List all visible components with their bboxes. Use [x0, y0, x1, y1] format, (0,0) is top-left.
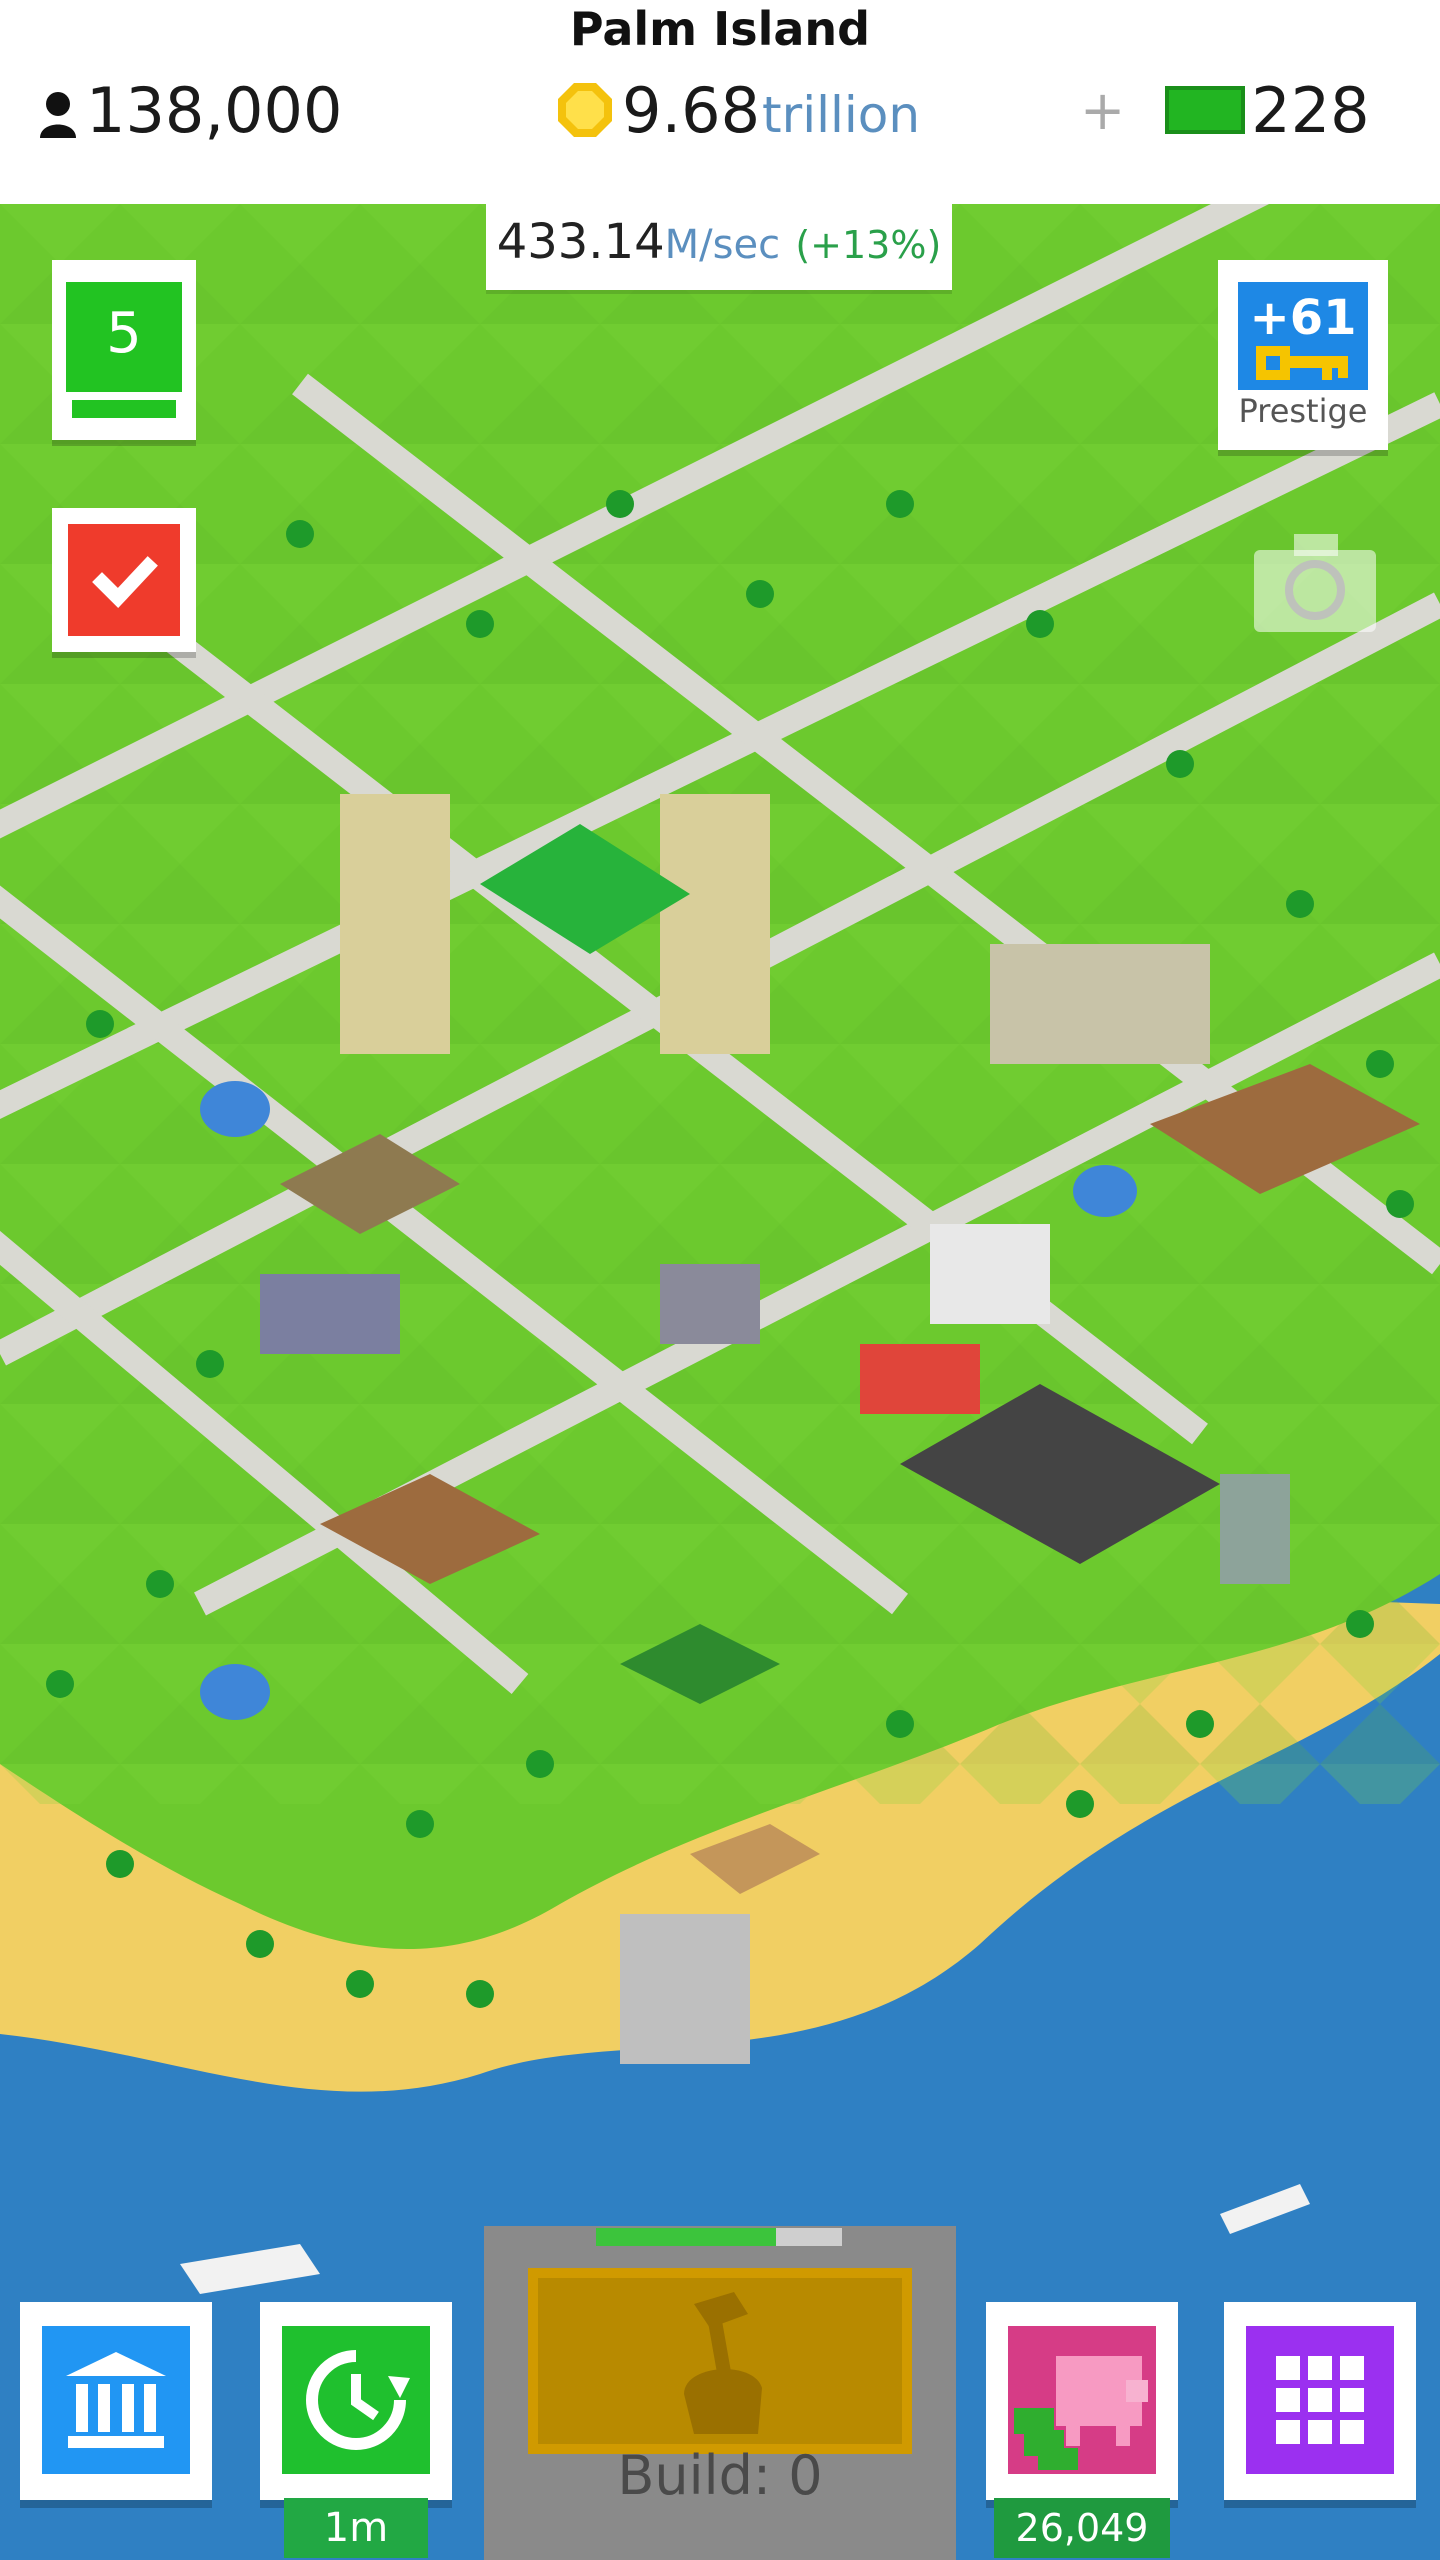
- build-button[interactable]: Build: 0: [484, 2226, 956, 2560]
- coins-counter: 9.68 trillion: [556, 70, 920, 150]
- key-icon: [1256, 346, 1348, 380]
- add-cash-button[interactable]: +: [1080, 79, 1125, 142]
- build-card: [528, 2268, 912, 2454]
- level-button[interactable]: 5: [52, 260, 196, 440]
- camera-icon: [1254, 534, 1376, 632]
- level-value: 5: [66, 282, 182, 392]
- time-boost-label: 1m: [284, 2498, 428, 2558]
- cash-icon: [1165, 86, 1246, 134]
- grid-icon: [1246, 2326, 1394, 2474]
- build-progress-fill: [596, 2228, 776, 2246]
- population-counter: 138,000: [36, 70, 342, 150]
- income-rate-tab[interactable]: 433.14M/sec (+13%): [486, 202, 952, 290]
- income-unit: M/sec: [664, 222, 781, 268]
- tasks-button[interactable]: [52, 508, 196, 652]
- island-title: Palm Island: [569, 2, 871, 56]
- top-status-bar: Palm Island 138,000 9.68 trillion + 228: [0, 0, 1440, 204]
- level-progress-bar: [72, 400, 176, 418]
- piggy-bank-value: 26,049: [994, 2498, 1170, 2558]
- island-map[interactable]: [0, 204, 1440, 2560]
- bank-button[interactable]: [20, 2302, 212, 2500]
- prestige-label: Prestige: [1238, 392, 1368, 430]
- menu-grid-button[interactable]: [1224, 2302, 1416, 2500]
- prestige-value: +61: [1249, 290, 1357, 346]
- time-boost-button[interactable]: 1m: [260, 2302, 452, 2558]
- population-value: 138,000: [86, 73, 343, 147]
- coins-unit: trillion: [762, 86, 921, 144]
- check-icon: [68, 524, 180, 636]
- prestige-button[interactable]: +61 Prestige: [1218, 260, 1388, 450]
- hammer-icon: [684, 2292, 762, 2434]
- income-bonus: (+13%): [795, 223, 942, 267]
- bank-icon: [42, 2326, 190, 2474]
- cash-counter[interactable]: + 228: [1080, 70, 1370, 150]
- coins-value: 9.68: [622, 73, 761, 147]
- piggy-bank-button[interactable]: 26,049: [986, 2302, 1178, 2558]
- timer-icon: [282, 2326, 430, 2474]
- prestige-badge: +61: [1238, 282, 1368, 390]
- cash-value: 228: [1251, 73, 1370, 147]
- piggy-bank-icon: [1008, 2326, 1156, 2474]
- person-icon: [36, 84, 80, 138]
- income-value: 433.14: [496, 214, 665, 270]
- coin-icon: [556, 81, 614, 139]
- build-label: Build: 0: [617, 2444, 823, 2507]
- camera-button[interactable]: [1248, 528, 1382, 636]
